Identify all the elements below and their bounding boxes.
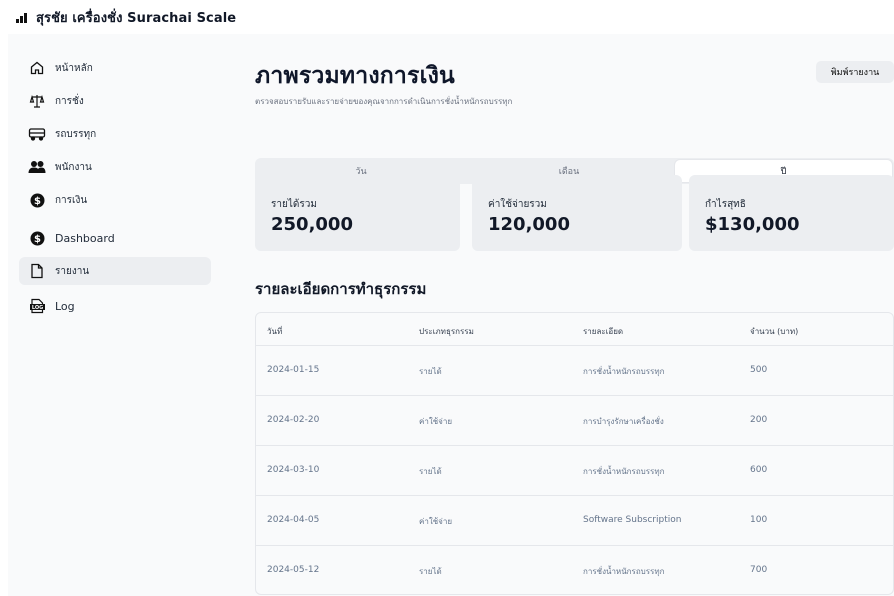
cell-amount: 100 — [750, 515, 768, 525]
cell-detail: การชั่งน้ำหนักรถบรรทุก — [583, 367, 665, 376]
cell-date: 2024-02-20 — [267, 415, 320, 425]
page-subtitle: ตรวจสอบรายรับและรายจ่ายของคุณจากการดำเนิ… — [255, 97, 513, 106]
app-brand: สุรชัย เครื่องชั่ง Surachai Scale — [36, 10, 237, 26]
sidebar-item-label: พนักงาน — [55, 161, 92, 173]
sidebar-item-finance[interactable]: $ การเงิน — [19, 186, 211, 214]
table-row[interactable]: 2024-03-10 รายได้ การชั่งน้ำหนักรถบรรทุก… — [256, 446, 893, 496]
card-label: รายได้รวม — [271, 199, 317, 210]
sidebar-item-label: รถบรรทุก — [55, 128, 97, 140]
cell-detail: การชั่งน้ำหนักรถบรรทุก — [583, 567, 665, 576]
total-income-card: รายได้รวม 250,000 — [255, 175, 460, 251]
total-expense-card: ค่าใช้จ่ายรวม 120,000 — [472, 175, 682, 251]
sidebar-item-label: หน้าหลัก — [55, 62, 93, 74]
dollar-icon: $ — [28, 191, 46, 209]
column-header-detail: รายละเอียด — [583, 327, 624, 336]
cell-date: 2024-03-10 — [267, 465, 320, 475]
cell-amount: 600 — [750, 465, 768, 475]
sidebar-item-label: Dashboard — [55, 231, 115, 245]
log-icon: LOG — [28, 297, 46, 315]
file-icon — [28, 262, 46, 280]
cell-type: รายได้ — [419, 567, 442, 576]
cell-detail: Software Subscription — [583, 515, 682, 525]
cell-type: ค่าใช้จ่าย — [419, 417, 453, 426]
users-icon — [28, 158, 46, 176]
cell-type: รายได้ — [419, 467, 442, 476]
card-label: กำไรสุทธิ — [705, 199, 746, 210]
sidebar-item-label: รายงาน — [55, 265, 90, 277]
sidebar-item-label: การชั่ง — [55, 95, 84, 107]
top-bar: สุรชัย เครื่องชั่ง Surachai Scale — [0, 0, 894, 34]
column-header-type: ประเภทธุรกรรม — [419, 327, 474, 336]
scale-icon — [28, 92, 46, 110]
cell-detail: การบำรุงรักษาเครื่องชั่ง — [583, 417, 664, 426]
sidebar-item-home[interactable]: หน้าหลัก — [19, 54, 211, 82]
dollar-icon: $ — [28, 229, 46, 247]
cell-type: ค่าใช้จ่าย — [419, 517, 453, 526]
cell-date: 2024-05-12 — [267, 565, 320, 575]
svg-text:LOG: LOG — [31, 305, 42, 311]
svg-text:$: $ — [34, 196, 41, 207]
home-icon — [28, 59, 46, 77]
card-value: 120,000 — [488, 214, 570, 235]
sidebar-item-log[interactable]: LOG Log — [19, 292, 211, 320]
table-header: วันที่ ประเภทธุรกรรม รายละเอียด จำนวน (บ… — [256, 313, 893, 346]
sidebar: หน้าหลัก การชั่ง รถบรรทุก พนักงาน $ การเ… — [8, 36, 211, 556]
card-value: $130,000 — [705, 214, 800, 235]
sidebar-item-label: Log — [55, 299, 75, 313]
cell-date: 2024-04-05 — [267, 515, 320, 525]
transactions-title: รายละเอียดการทำธุรกรรม — [255, 280, 427, 298]
column-header-amount: จำนวน (บาท) — [750, 327, 799, 336]
table-row[interactable]: 2024-05-12 รายได้ การชั่งน้ำหนักรถบรรทุก… — [256, 546, 893, 594]
cell-amount: 500 — [750, 365, 768, 375]
cell-amount: 200 — [750, 415, 768, 425]
transactions-table: วันที่ ประเภทธุรกรรม รายละเอียด จำนวน (บ… — [255, 312, 894, 595]
svg-text:$: $ — [34, 234, 41, 245]
net-profit-card: กำไรสุทธิ $130,000 — [689, 175, 894, 251]
sidebar-item-weighing[interactable]: การชั่ง — [19, 87, 211, 115]
page-title: ภาพรวมทางการเงิน — [255, 63, 455, 89]
table-row[interactable]: 2024-01-15 รายได้ การชั่งน้ำหนักรถบรรทุก… — [256, 346, 893, 396]
sidebar-item-dashboard[interactable]: $ Dashboard — [19, 224, 211, 252]
sidebar-item-reports[interactable]: รายงาน — [19, 257, 211, 285]
main-content: ภาพรวมทางการเงิน ตรวจสอบรายรับและรายจ่าย… — [255, 34, 894, 596]
cell-type: รายได้ — [419, 367, 442, 376]
cell-amount: 700 — [750, 565, 768, 575]
table-row[interactable]: 2024-04-05 ค่าใช้จ่าย Software Subscript… — [256, 496, 893, 546]
cell-detail: การชั่งน้ำหนักรถบรรทุก — [583, 467, 665, 476]
card-value: 250,000 — [271, 214, 353, 235]
table-row[interactable]: 2024-02-20 ค่าใช้จ่าย การบำรุงรักษาเครื่… — [256, 396, 893, 446]
sidebar-item-trucks[interactable]: รถบรรทุก — [19, 120, 211, 148]
column-header-date: วันที่ — [267, 327, 283, 336]
cell-date: 2024-01-15 — [267, 365, 320, 375]
truck-icon — [28, 125, 46, 143]
bar-chart-icon — [16, 11, 28, 23]
sidebar-item-label: การเงิน — [55, 194, 88, 206]
sidebar-item-employees[interactable]: พนักงาน — [19, 153, 211, 181]
print-report-button[interactable]: พิมพ์รายงาน — [816, 61, 894, 83]
card-label: ค่าใช้จ่ายรวม — [488, 199, 547, 210]
